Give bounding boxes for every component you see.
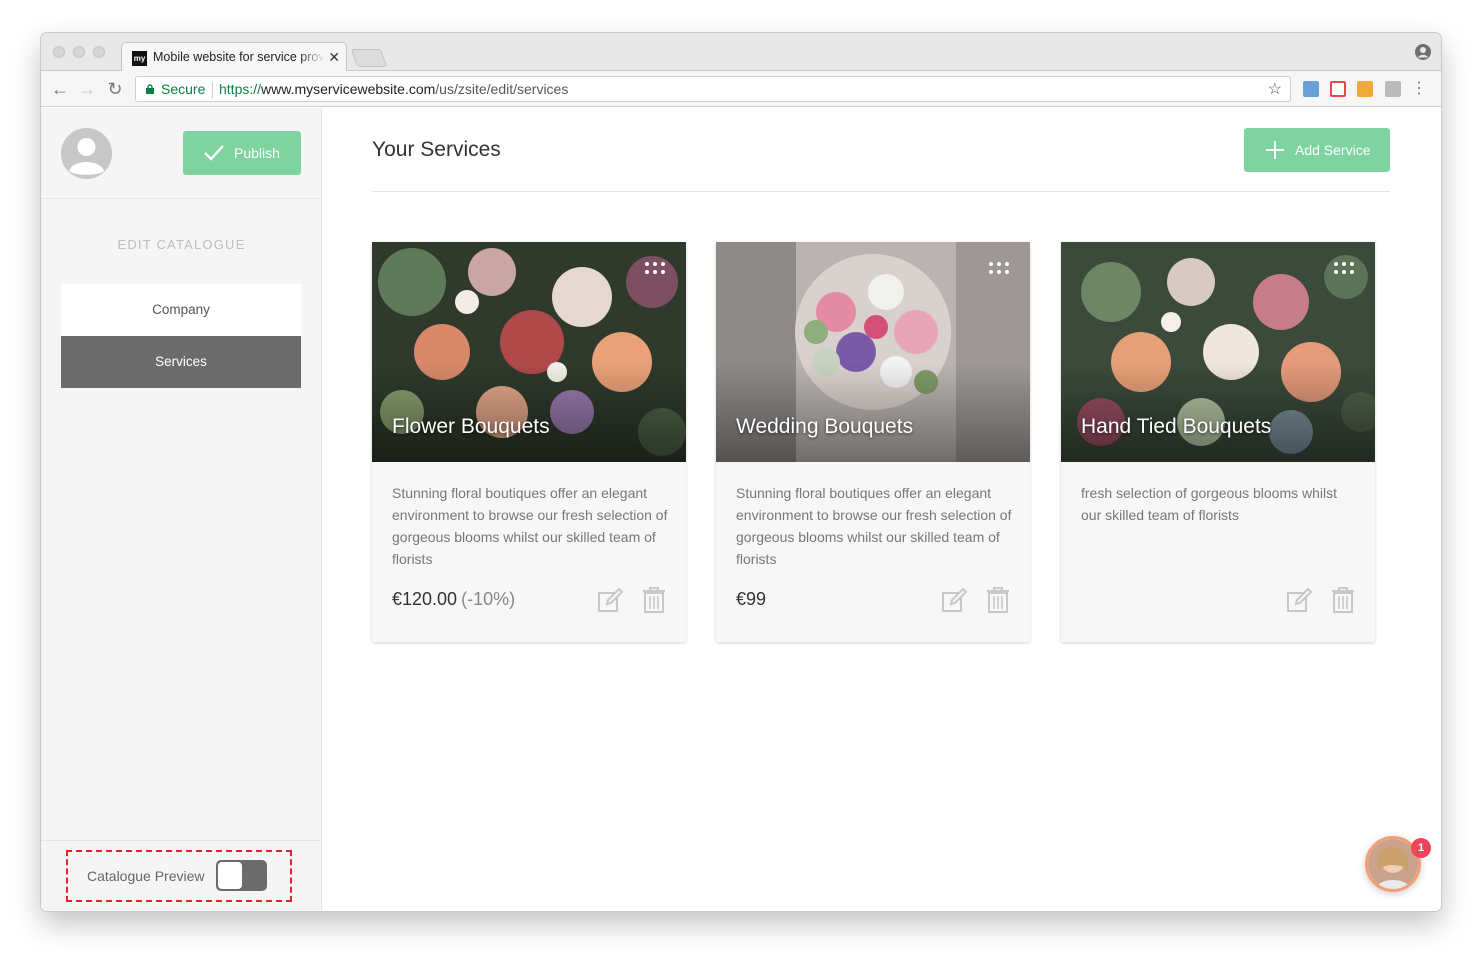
service-title: Flower Bouquets [392,415,550,438]
browser-window: my Mobile website for service providers … [41,33,1441,911]
url-text: https://www.myservicewebsite.com/us/zsit… [219,81,569,97]
profile-icon[interactable] [1415,44,1431,60]
app: Publish EDIT CATALOGUE Company Services … [41,108,1441,911]
bookmark-star-icon[interactable]: ☆ [1268,79,1282,99]
drag-handle-icon[interactable] [644,261,666,275]
trash-icon[interactable] [642,587,666,613]
favicon-icon: my [132,51,147,66]
service-image: Hand Tied Bouquets [1061,242,1375,462]
service-description: Stunning floral boutiques offer an elega… [736,485,1012,567]
publish-label: Publish [234,145,280,161]
service-title: Wedding Bouquets [736,415,914,438]
service-image: Wedding Bouquets [716,242,1030,462]
hubspot-extension-icon[interactable] [1385,81,1401,97]
browser-menu-icon[interactable]: ⋮ [1411,79,1427,99]
page-title: Your Services [372,138,501,161]
service-description: fresh selection of gorgeous blooms whils… [1081,485,1338,523]
forward-arrow-icon[interactable]: → [77,79,97,99]
close-window-button[interactable] [53,46,65,58]
catalogue-preview-highlight: Catalogue Preview [66,850,292,902]
media-extension-icon[interactable] [1330,81,1346,97]
service-price: €120.00 (-10%) [392,589,516,609]
service-price: €99 [736,589,767,609]
address-bar[interactable]: Secure https://www.myservicewebsite.com/… [135,76,1291,102]
toggle-knob [218,862,242,889]
edit-icon[interactable] [941,587,967,613]
sidebar-item-company[interactable]: Company [61,284,301,336]
section-title: EDIT CATALOGUE [117,237,246,252]
notification-badge: 1 [1411,838,1431,858]
sidebar-item-services[interactable]: Services [61,336,301,388]
service-description: Stunning floral boutiques offer an elega… [392,485,668,567]
avatar[interactable] [61,128,112,179]
back-arrow-icon[interactable]: ← [50,79,70,99]
add-service-label: Add Service [1295,142,1371,158]
analytics-extension-icon[interactable] [1357,81,1373,97]
drag-handle-icon[interactable] [1333,261,1355,275]
title-divider [372,191,1390,192]
browser-toolbar: ← → ↻ Secure https://www.myservicewebsit… [41,71,1441,107]
service-title: Hand Tied Bouquets [1081,415,1272,438]
lock-icon [146,84,154,94]
service-card[interactable]: Hand Tied Bouquets fresh selection of go… [1061,242,1375,642]
publish-button[interactable]: Publish [183,131,301,175]
tab-title: Mobile website for service providers [153,50,325,64]
tab-strip: my Mobile website for service providers … [41,33,1441,72]
trash-icon[interactable] [986,587,1010,613]
translate-extension-icon[interactable] [1303,81,1319,97]
close-tab-icon[interactable]: ✕ [328,49,340,66]
new-tab-button[interactable] [350,49,388,67]
service-card[interactable]: Wedding Bouquets Stunning floral boutiqu… [716,242,1030,642]
main-content: Your Services Add Service Flower Bouquet… [323,108,1441,911]
sidebar-header: Publish [41,108,322,199]
minimize-window-button[interactable] [73,46,85,58]
service-image: Flower Bouquets [372,242,686,462]
browser-tab[interactable]: my Mobile website for service providers … [121,42,347,72]
edit-icon[interactable] [1286,587,1312,613]
omnibox-separator [212,82,213,98]
trash-icon[interactable] [1331,587,1355,613]
user-icon [61,128,112,179]
catalogue-preview-label: Catalogue Preview [87,868,205,884]
drag-handle-icon[interactable] [988,261,1010,275]
zoom-window-button[interactable] [93,46,105,58]
service-card[interactable]: Flower Bouquets Stunning floral boutique… [372,242,686,642]
sidebar: Publish EDIT CATALOGUE Company Services … [41,108,322,911]
service-discount: (-10%) [461,589,516,609]
check-icon [204,145,224,161]
sidebar-footer: Catalogue Preview [41,840,322,911]
plus-icon [1266,141,1284,159]
secure-label: Secure [161,81,206,97]
catalogue-preview-toggle[interactable] [216,860,267,891]
edit-icon[interactable] [597,587,623,613]
add-service-button[interactable]: Add Service [1244,128,1390,172]
reload-icon[interactable]: ↻ [105,79,125,99]
